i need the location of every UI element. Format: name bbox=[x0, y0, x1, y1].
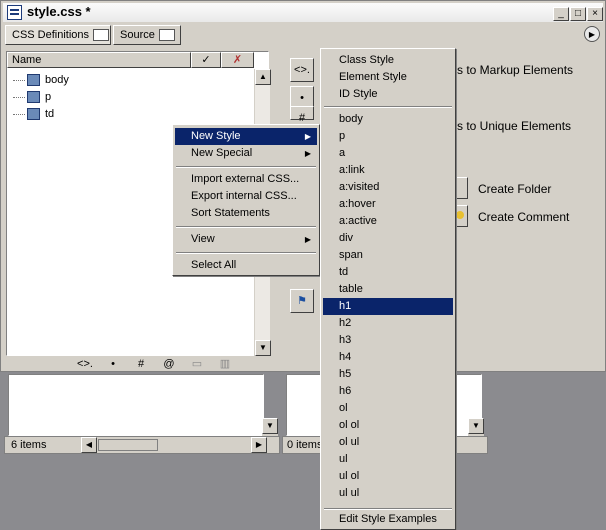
submenu-item-edit-style-examples[interactable]: Edit Style Examples bbox=[323, 511, 453, 528]
create-folder-label[interactable]: Create Folder bbox=[478, 182, 551, 196]
menu-item-view[interactable]: View ▶ bbox=[175, 231, 317, 248]
submenu-item-element[interactable]: td bbox=[323, 264, 453, 281]
document-icon bbox=[7, 5, 22, 20]
tree-item-label: td bbox=[45, 108, 55, 120]
submenu-item-element-style[interactable]: Element Style bbox=[323, 69, 453, 86]
submenu-arrow-icon: ▶ bbox=[304, 149, 311, 158]
submenu-item-element[interactable]: h6 bbox=[323, 383, 453, 400]
right-item-count: 0 items bbox=[287, 439, 323, 451]
menu-item-select-all[interactable]: Select All bbox=[175, 257, 317, 274]
window-title: style.css * bbox=[27, 4, 91, 19]
submenu-item-element[interactable]: a bbox=[323, 145, 453, 162]
create-comment-button[interactable] bbox=[454, 205, 468, 227]
scroll-down-icon[interactable]: ▼ bbox=[255, 340, 271, 356]
comment-icon bbox=[456, 211, 464, 219]
submenu-item-element[interactable]: a:link bbox=[323, 162, 453, 179]
submenu-item-element[interactable]: ul bbox=[323, 451, 453, 468]
menu-separator bbox=[176, 166, 316, 168]
css-rule-icon bbox=[27, 74, 40, 87]
menu-item-export-css[interactable]: Export internal CSS... bbox=[175, 188, 317, 205]
menu-separator bbox=[176, 252, 316, 254]
id-style-icon[interactable]: # bbox=[132, 357, 150, 371]
tree-item-td[interactable]: td bbox=[13, 106, 54, 123]
maximize-button[interactable]: □ bbox=[570, 7, 586, 21]
check-column-icon[interactable]: ✓ bbox=[191, 52, 221, 68]
trash-icon[interactable]: ▥ bbox=[216, 357, 234, 371]
scroll-left-icon[interactable]: ◀ bbox=[81, 437, 97, 453]
submenu-item-element[interactable]: h5 bbox=[323, 366, 453, 383]
tree-item-body[interactable]: body bbox=[13, 72, 69, 89]
source-icon bbox=[158, 29, 175, 42]
submenu-item-element[interactable]: p bbox=[323, 128, 453, 145]
submenu-item-element[interactable]: div bbox=[323, 230, 453, 247]
tab-css-definitions-label: CSS Definitions bbox=[12, 29, 90, 41]
class-style-icon[interactable]: • bbox=[104, 357, 122, 371]
menu-separator bbox=[176, 226, 316, 228]
lower-left-status-bar: 6 items ◀ ▶ bbox=[4, 436, 280, 454]
submenu-arrow-icon: ▶ bbox=[304, 235, 311, 244]
tree-toolbar: <>. • # @ ▭ ▥ bbox=[6, 356, 269, 372]
submenu-item-element[interactable]: h1 bbox=[323, 298, 453, 315]
horizontal-scroll-thumb[interactable] bbox=[98, 439, 158, 451]
tab-css-definitions[interactable]: CSS Definitions bbox=[5, 25, 111, 45]
unique-elements-text: s to Unique Elements bbox=[457, 119, 572, 133]
css-definitions-icon bbox=[93, 29, 110, 42]
submenu-item-element[interactable]: ul ol bbox=[323, 468, 453, 485]
at-rule-icon[interactable]: @ bbox=[160, 357, 178, 371]
tab-source[interactable]: Source bbox=[113, 25, 181, 45]
title-bar[interactable]: style.css * _ □ × bbox=[3, 3, 603, 22]
submenu-item-element[interactable]: h3 bbox=[323, 332, 453, 349]
tree-item-label: body bbox=[45, 74, 69, 86]
submenu-item-element[interactable]: ol ul bbox=[323, 434, 453, 451]
navigate-arrow-icon[interactable]: ▶ bbox=[584, 26, 600, 42]
lower-right-scroll-down-icon[interactable]: ▼ bbox=[468, 418, 484, 436]
column-header-label: Name bbox=[12, 54, 42, 66]
submenu-item-class-style[interactable]: Class Style bbox=[323, 52, 453, 69]
submenu-item-id-style[interactable]: ID Style bbox=[323, 86, 453, 103]
lower-left-list bbox=[8, 374, 264, 436]
submenu-item-element[interactable]: a:active bbox=[323, 213, 453, 230]
submenu-item-element[interactable]: a:visited bbox=[323, 179, 453, 196]
scroll-right-icon[interactable]: ▶ bbox=[251, 437, 267, 453]
submenu-item-element[interactable]: ul ul bbox=[323, 485, 453, 502]
menu-item-sort-statements[interactable]: Sort Statements bbox=[175, 205, 317, 222]
context-menu: New Style ▶ New Special ▶ Import external … bbox=[172, 124, 320, 276]
submenu-item-element[interactable]: ol ol bbox=[323, 417, 453, 434]
css-rule-icon bbox=[27, 108, 40, 121]
submenu-item-element[interactable]: a:hover bbox=[323, 196, 453, 213]
create-comment-label[interactable]: Create Comment bbox=[478, 210, 569, 224]
id-style-button[interactable]: # bbox=[290, 106, 314, 124]
scroll-up-icon[interactable]: ▲ bbox=[255, 69, 271, 85]
new-style-submenu: Class Style Element Style ID Style body p… bbox=[320, 48, 456, 530]
markup-style-button[interactable]: <>. bbox=[290, 58, 314, 82]
minimize-button[interactable]: _ bbox=[553, 7, 569, 21]
menu-separator bbox=[324, 106, 452, 108]
submenu-item-element[interactable]: ol bbox=[323, 400, 453, 417]
close-button[interactable]: × bbox=[587, 7, 603, 21]
submenu-item-element[interactable]: span bbox=[323, 247, 453, 264]
submenu-item-element[interactable]: table bbox=[323, 281, 453, 298]
new-document-icon[interactable]: ▭ bbox=[188, 357, 206, 371]
create-folder-button[interactable] bbox=[454, 177, 468, 199]
submenu-arrow-icon: ▶ bbox=[304, 132, 311, 141]
tab-source-label: Source bbox=[120, 29, 155, 41]
x-column-icon[interactable]: ✗ bbox=[221, 52, 254, 68]
menu-item-new-style[interactable]: New Style ▶ bbox=[175, 128, 317, 145]
submenu-item-element[interactable]: h4 bbox=[323, 349, 453, 366]
flag-icon[interactable]: ⚑ bbox=[290, 289, 314, 313]
tree-item-label: p bbox=[45, 91, 52, 103]
markup-elements-text: s to Markup Elements bbox=[457, 63, 574, 77]
menu-item-import-css[interactable]: Import external CSS... bbox=[175, 171, 317, 188]
lower-left-scroll-down-icon[interactable]: ▼ bbox=[262, 418, 278, 436]
left-item-count: 6 items bbox=[11, 439, 47, 451]
column-header-name[interactable]: Name bbox=[7, 52, 191, 68]
tree-item-p[interactable]: p bbox=[13, 89, 51, 106]
menu-separator bbox=[324, 508, 452, 510]
menu-item-new-special[interactable]: New Special ▶ bbox=[175, 145, 317, 162]
markup-style-icon[interactable]: <>. bbox=[76, 357, 94, 371]
submenu-item-element[interactable]: h2 bbox=[323, 315, 453, 332]
submenu-item-element[interactable]: body bbox=[323, 111, 453, 128]
css-rule-icon bbox=[27, 91, 40, 104]
